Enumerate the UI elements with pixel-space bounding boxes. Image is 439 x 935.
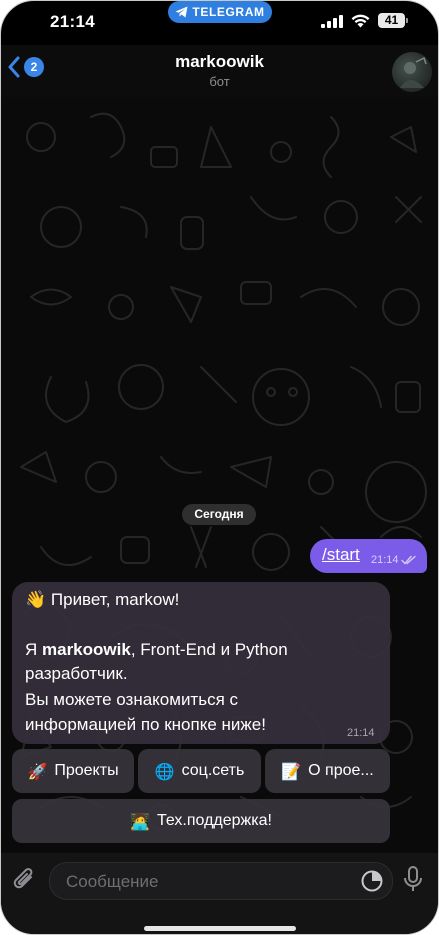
memo-icon: 📝 [281,761,302,781]
support-button-label: Тех.поддержка! [156,812,272,829]
technologist-icon: 🧑‍💻 [130,811,150,831]
incoming-intro-bold: markoowik [42,640,131,659]
status-bar: 21:14 TELEGRAM 41 [1,1,438,45]
avatar[interactable] [392,52,432,92]
outgoing-message[interactable]: /start 21:14 [310,539,427,573]
paper-plane-icon [175,6,188,18]
social-button-label: соц.сеть [181,762,245,779]
outgoing-message-time: 21:14 [371,554,399,566]
battery-tip [406,18,408,23]
message-input[interactable] [64,863,348,901]
wifi-icon [351,14,370,28]
sticker-icon[interactable] [360,869,384,893]
incoming-line-cta: информацией по кнопке ниже! [25,715,266,734]
globe-icon: 🌐 [154,761,175,781]
incoming-intro-prefix: Я [25,640,42,659]
incoming-line-intro: Я markoowik, Front-End и Python [25,640,288,660]
projects-button-label: Проекты [54,762,119,779]
telegram-status-pill[interactable]: TELEGRAM [168,1,272,23]
support-button[interactable]: 🧑‍💻 Тех.поддержка! [12,799,390,843]
attach-clip-icon[interactable] [12,865,38,895]
message-input-bar [1,853,438,934]
outgoing-message-text[interactable]: /start [322,545,360,565]
social-button[interactable]: 🌐 соц.сеть [138,749,261,793]
about-button-label: О прое... [308,762,374,779]
avatar-image [400,56,427,88]
signal-icon [321,15,343,28]
status-clock: 21:14 [50,12,95,31]
date-separator: Сегодня [182,504,256,525]
incoming-message[interactable]: 👋 Привет, markow! Я markoowik, Front-End… [12,582,390,744]
projects-button[interactable]: 🚀 Проекты [12,749,134,793]
incoming-line-info: Вы можете ознакомиться с [25,690,239,709]
chat-title[interactable]: markoowik [1,52,438,72]
chat-header: 2 markoowik бот [1,45,438,97]
chat-subtitle: бот [209,74,230,89]
battery-icon: 41 [378,13,405,28]
about-button[interactable]: 📝 О прое... [265,749,390,793]
message-field[interactable] [49,862,393,901]
phone-frame: 21:14 TELEGRAM 41 2 markoowik бот Сегодн… [0,0,439,935]
read-ticks-icon [401,555,416,565]
incoming-line-role: разработчик. [25,664,128,683]
incoming-line-greeting: 👋 Привет, markow! [25,590,180,609]
incoming-message-time: 21:14 [347,727,375,739]
rocket-icon: 🚀 [27,761,48,781]
home-indicator[interactable] [144,926,296,931]
microphone-icon[interactable] [403,865,423,895]
incoming-intro-suffix: , Front-End и Python [130,640,288,659]
telegram-pill-label: TELEGRAM [192,5,265,19]
